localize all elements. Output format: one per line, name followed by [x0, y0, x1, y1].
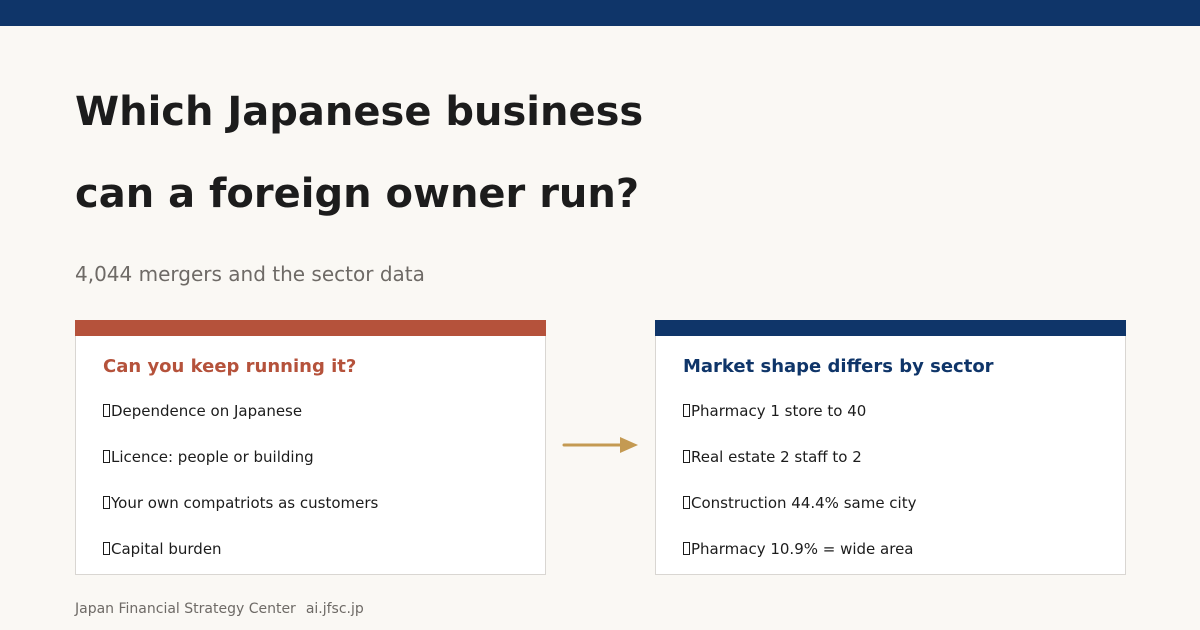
- box-bullet-icon: [683, 404, 690, 417]
- list-item-text: Capital burden: [111, 540, 222, 558]
- list-item: Dependence on Japanese: [103, 401, 378, 447]
- list-item: Pharmacy 10.9% = wide area: [683, 539, 916, 585]
- running-checklist-card: Can you keep running it? Dependence on J…: [75, 320, 546, 575]
- list-item: Real estate 2 staff to 2: [683, 447, 916, 493]
- list-item: Pharmacy 1 store to 40: [683, 401, 916, 447]
- box-bullet-icon: [103, 496, 110, 509]
- footer: Japan Financial Strategy Center ai.jfsc.j…: [75, 599, 364, 619]
- sector-shape-card: Market shape differs by sector Pharmacy …: [655, 320, 1126, 575]
- box-bullet-icon: [103, 404, 110, 417]
- list-item-text: Your own compatriots as customers: [111, 494, 379, 512]
- card-heading: Can you keep running it?: [103, 356, 357, 377]
- arrow-right-icon: [562, 437, 638, 453]
- list-item: Capital burden: [103, 539, 378, 585]
- page-title-line-2: can a foreign owner run?: [75, 171, 640, 217]
- list-item-text: Dependence on Japanese: [111, 402, 303, 420]
- card-accent-band: [75, 320, 546, 336]
- box-bullet-icon: [683, 542, 690, 555]
- card-accent-band: [655, 320, 1126, 336]
- box-bullet-icon: [103, 542, 110, 555]
- list-item-text: Construction 44.4% same city: [691, 494, 917, 512]
- page-title-line-1: Which Japanese business: [75, 89, 644, 135]
- list-item-text: Pharmacy 10.9% = wide area: [691, 540, 914, 558]
- list-item: Construction 44.4% same city: [683, 493, 916, 539]
- list-item: Licence: people or building: [103, 447, 378, 493]
- card-heading: Market shape differs by sector: [683, 356, 994, 377]
- sector-list: Pharmacy 1 store to 40 Real estate 2 sta…: [683, 401, 916, 585]
- list-item-text: Licence: people or building: [111, 448, 314, 466]
- box-bullet-icon: [683, 496, 690, 509]
- footer-org: Japan Financial Strategy Center: [75, 601, 296, 617]
- footer-domain-link[interactable]: ai.jfsc.jp: [306, 601, 364, 617]
- checklist: Dependence on Japanese Licence: people o…: [103, 401, 378, 585]
- list-item-text: Pharmacy 1 store to 40: [691, 402, 867, 420]
- page-subtitle: 4,044 mergers and the sector data: [75, 262, 425, 286]
- list-item-text: Real estate 2 staff to 2: [691, 448, 862, 466]
- box-bullet-icon: [683, 450, 690, 463]
- top-accent-bar: [0, 0, 1200, 26]
- list-item: Your own compatriots as customers: [103, 493, 378, 539]
- box-bullet-icon: [103, 450, 110, 463]
